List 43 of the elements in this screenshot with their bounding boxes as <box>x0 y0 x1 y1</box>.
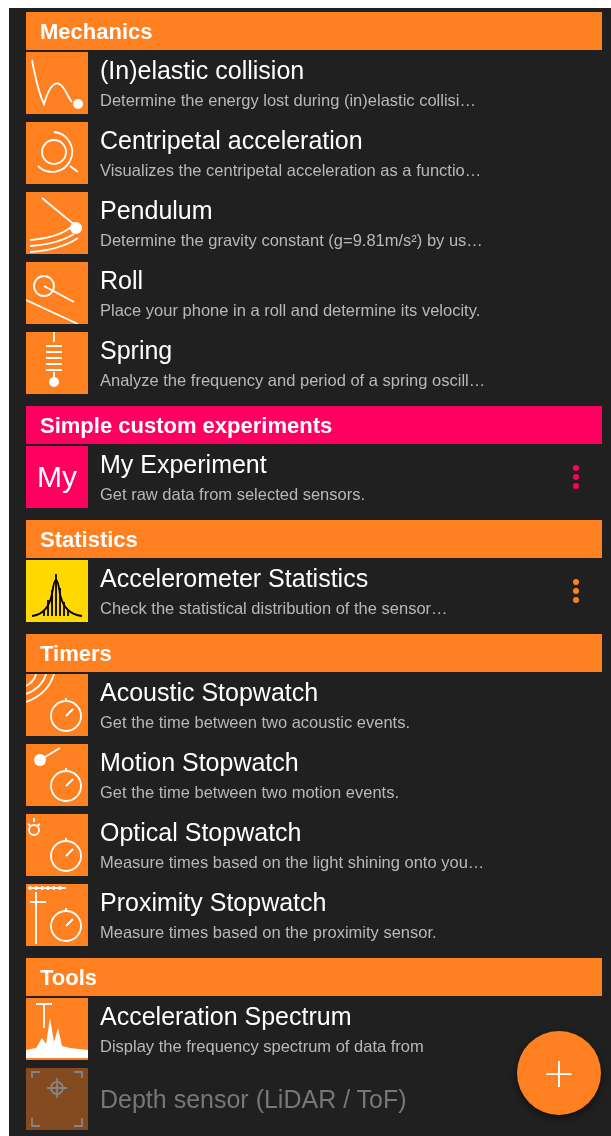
experiment-title[interactable]: (In)elastic collision <box>100 55 602 85</box>
section-header: Tools <box>26 958 602 996</box>
experiment-description: Determine the energy lost during (in)elastic collisi… <box>100 90 477 111</box>
more-options-icon[interactable] <box>572 578 580 604</box>
experiment-title[interactable]: Acceleration Spectrum <box>100 1001 602 1031</box>
experiment-title[interactable]: Accelerometer Statistics <box>100 563 572 593</box>
experiment-description: Measure times based on the proximity sensor. <box>100 922 438 943</box>
experiment-title[interactable]: Spring <box>100 335 602 365</box>
stopwatch-icon <box>26 744 88 806</box>
experiment-title[interactable]: Pendulum <box>100 195 602 225</box>
experiment-description: Measure times based on the light shining onto you… <box>100 852 486 873</box>
experiment-title[interactable]: My Experiment <box>100 449 572 479</box>
bell-curve-icon <box>26 560 88 622</box>
sensor-icon <box>26 1068 88 1130</box>
section-header: Statistics <box>26 520 602 558</box>
experiment-description: Visualizes the centripetal acceleration as a functio… <box>100 160 483 181</box>
spring-icon <box>26 332 88 394</box>
experiment-title[interactable]: Optical Stopwatch <box>100 817 602 847</box>
experiment-description: Check the statistical distribution of the sensor… <box>100 598 449 619</box>
stopwatch-icon <box>26 884 88 946</box>
stopwatch-icon <box>26 814 88 876</box>
pendulum-icon <box>26 192 88 254</box>
experiment-title[interactable]: Centripetal acceleration <box>100 125 602 155</box>
section-header: Mechanics <box>26 12 602 50</box>
experiment-description: Display the frequency spectrum of data from <box>100 1036 425 1057</box>
experiment-description: Get the time between two motion events. <box>100 782 400 803</box>
experiment-title[interactable]: Roll <box>100 265 602 295</box>
experiment-description: Get the time between two acoustic events. <box>100 712 411 733</box>
experiment-icon: My <box>26 446 88 508</box>
spectrum-icon <box>26 998 88 1060</box>
section-header: Timers <box>26 634 602 672</box>
section-header: Simple custom experiments <box>26 406 602 444</box>
more-options-icon[interactable] <box>572 464 580 490</box>
stopwatch-icon <box>26 674 88 736</box>
experiment-title[interactable]: Acoustic Stopwatch <box>100 677 602 707</box>
experiment-title[interactable]: Proximity Stopwatch <box>100 887 602 917</box>
experiment-description: Determine the gravity constant (g=9.81m/s²) by us… <box>100 230 484 251</box>
rolling-wheel-icon <box>26 262 88 324</box>
experiment-description: Analyze the frequency and period of a spring oscill… <box>100 370 487 391</box>
experiment-description: Place your phone in a roll and determine its velocity. <box>100 300 482 321</box>
experiment-description: Get raw data from selected sensors. <box>100 484 367 505</box>
experiment-title[interactable]: Motion Stopwatch <box>100 747 602 777</box>
circular-motion-icon <box>26 122 88 184</box>
